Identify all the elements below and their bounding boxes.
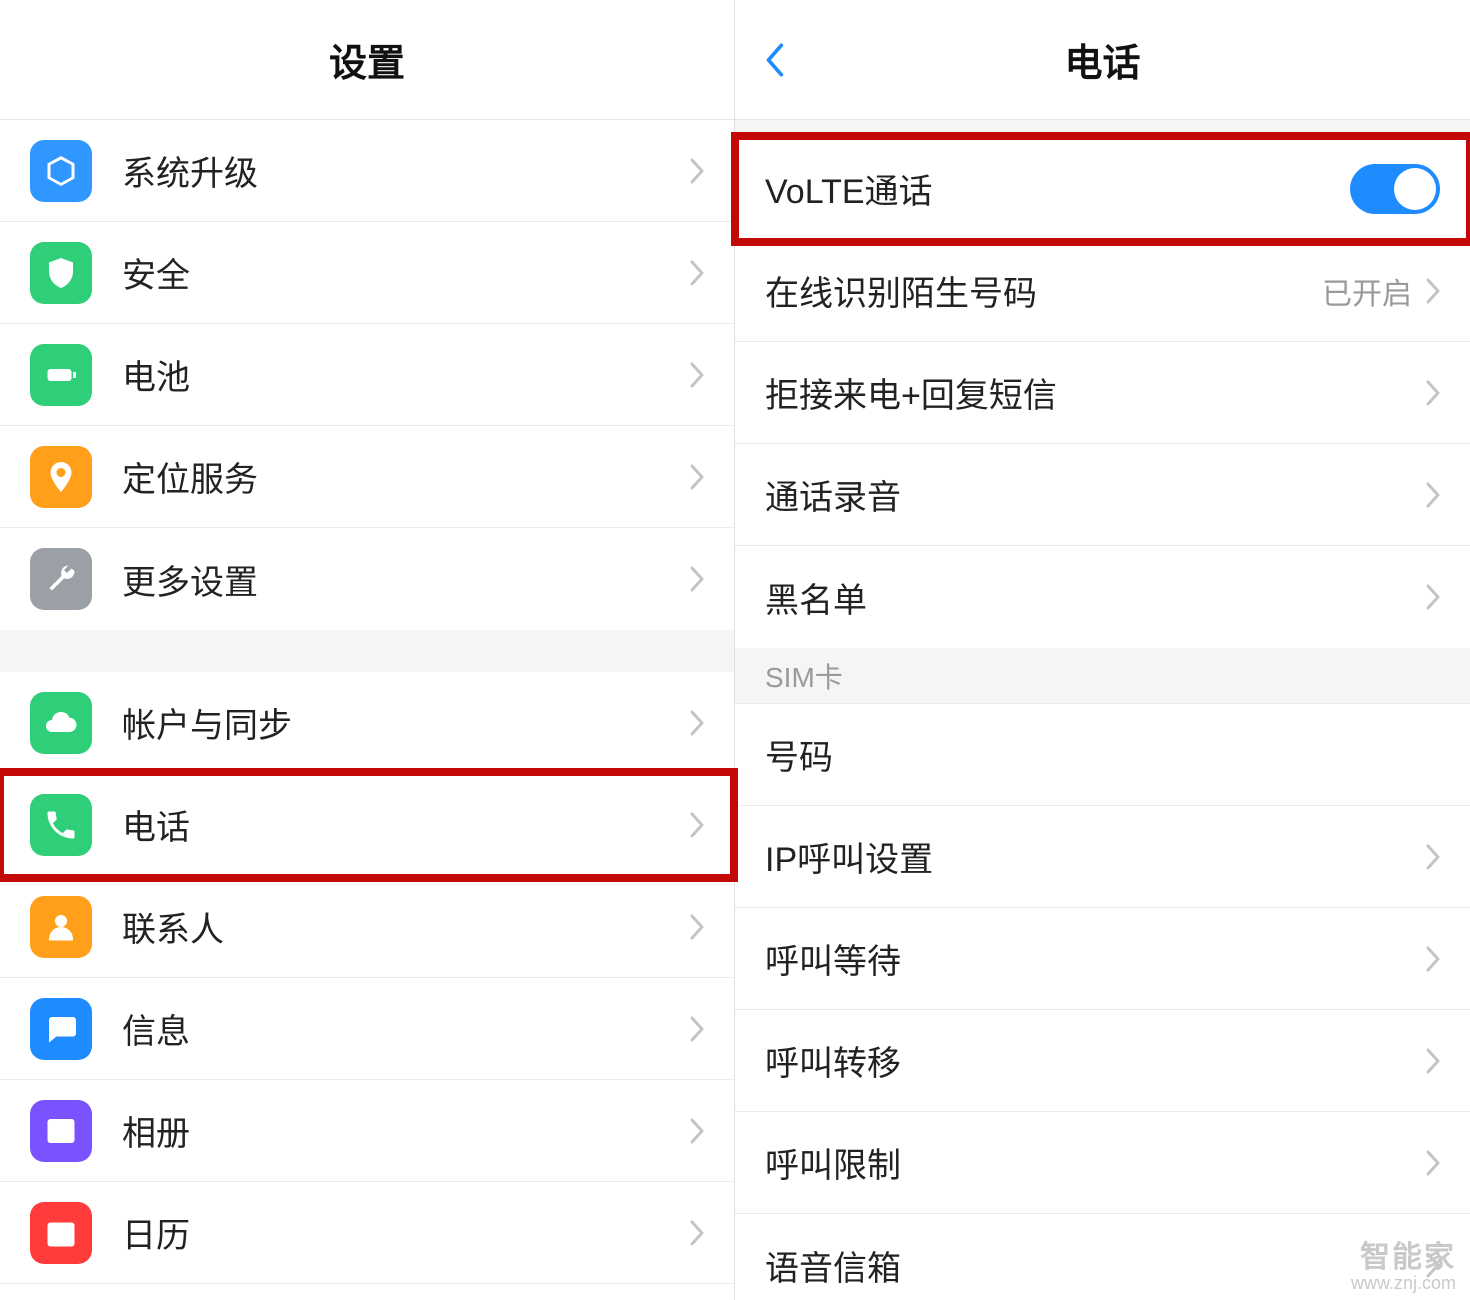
cube-icon	[30, 140, 92, 202]
battery-icon	[30, 344, 92, 406]
shield-icon	[30, 242, 92, 304]
row-label: IP呼叫设置	[765, 832, 1426, 881]
row-label: 黑名单	[765, 573, 1426, 622]
chevron-right-icon	[690, 464, 704, 490]
chevron-right-icon	[1426, 278, 1440, 304]
row-label: 帐户与同步	[122, 698, 690, 747]
wrench-icon	[30, 548, 92, 610]
chevron-right-icon	[690, 1118, 704, 1144]
person-icon	[30, 896, 92, 958]
row-value: 已开启	[1322, 269, 1412, 313]
phone-row-number[interactable]: 号码	[735, 704, 1470, 806]
phone-header: 电话	[735, 0, 1470, 120]
row-label: 呼叫转移	[765, 1036, 1426, 1085]
row-label: 日历	[122, 1208, 690, 1257]
calendar-icon	[30, 1202, 92, 1264]
phone-settings-body: VoLTE通话在线识别陌生号码已开启拒接来电+回复短信通话录音黑名单SIM卡号码…	[735, 120, 1470, 1300]
settings-row-location[interactable]: 定位服务	[0, 426, 734, 528]
row-label: 更多设置	[122, 555, 690, 604]
phone-row-call-record[interactable]: 通话录音	[735, 444, 1470, 546]
chevron-right-icon	[1426, 1048, 1440, 1074]
settings-title: 设置	[329, 32, 405, 87]
toggle-switch[interactable]	[1350, 164, 1440, 214]
settings-row-gallery[interactable]: 相册	[0, 1080, 734, 1182]
chevron-right-icon	[1426, 1150, 1440, 1176]
settings-row-system-upgrade[interactable]: 系统升级	[0, 120, 734, 222]
chevron-right-icon	[690, 566, 704, 592]
back-chevron-icon	[763, 40, 785, 80]
watermark: 智能家 www.znj.com	[1351, 1241, 1456, 1294]
chat-icon	[30, 998, 92, 1060]
row-label: 信息	[122, 1004, 690, 1053]
settings-row-messages[interactable]: 信息	[0, 978, 734, 1080]
phone-row-online-id[interactable]: 在线识别陌生号码已开启	[735, 240, 1470, 342]
settings-row-phone[interactable]: 电话	[0, 774, 734, 876]
settings-body: 系统升级安全电池定位服务更多设置帐户与同步电话联系人信息相册日历 vivoice	[0, 120, 734, 1300]
row-label: 呼叫限制	[765, 1138, 1426, 1187]
row-label: 拒接来电+回复短信	[765, 368, 1426, 417]
row-label: 号码	[765, 730, 1440, 779]
phone-row-ip-call[interactable]: IP呼叫设置	[735, 806, 1470, 908]
chevron-right-icon	[690, 158, 704, 184]
settings-row-account-sync[interactable]: 帐户与同步	[0, 672, 734, 774]
row-label: 联系人	[122, 902, 690, 951]
row-label: 相册	[122, 1106, 690, 1155]
phone-icon	[30, 794, 92, 856]
settings-row-more[interactable]: 更多设置	[0, 528, 734, 630]
row-label: VoLTE通话	[765, 164, 1350, 213]
row-label: 系统升级	[122, 146, 690, 195]
section-header: SIM卡	[735, 648, 1470, 704]
settings-row-vivoice[interactable]: vivoice	[0, 1284, 734, 1300]
chevron-right-icon	[1426, 584, 1440, 610]
pin-icon	[30, 446, 92, 508]
row-label: 定位服务	[122, 452, 690, 501]
phone-row-blacklist[interactable]: 黑名单	[735, 546, 1470, 648]
phone-settings-screen: 电话 VoLTE通话在线识别陌生号码已开启拒接来电+回复短信通话录音黑名单SIM…	[735, 0, 1470, 1300]
chevron-right-icon	[1426, 482, 1440, 508]
row-label: 电话	[122, 800, 690, 849]
phone-row-call-fwd[interactable]: 呼叫转移	[735, 1010, 1470, 1112]
chevron-right-icon	[1426, 380, 1440, 406]
chevron-right-icon	[690, 710, 704, 736]
chevron-right-icon	[1426, 844, 1440, 870]
back-button[interactable]	[763, 0, 785, 119]
row-label: 在线识别陌生号码	[765, 266, 1322, 315]
toggle-knob	[1394, 168, 1436, 210]
chevron-right-icon	[690, 1016, 704, 1042]
gallery-icon	[30, 1100, 92, 1162]
phone-title: 电话	[1064, 32, 1140, 87]
settings-row-security[interactable]: 安全	[0, 222, 734, 324]
cloud-icon	[30, 692, 92, 754]
settings-screen: 设置 系统升级安全电池定位服务更多设置帐户与同步电话联系人信息相册日历 vivoi…	[0, 0, 735, 1300]
phone-row-reject-sms[interactable]: 拒接来电+回复短信	[735, 342, 1470, 444]
settings-row-battery[interactable]: 电池	[0, 324, 734, 426]
chevron-right-icon	[690, 914, 704, 940]
settings-header: 设置	[0, 0, 734, 120]
chevron-right-icon	[690, 362, 704, 388]
settings-row-calendar[interactable]: 日历	[0, 1182, 734, 1284]
chevron-right-icon	[690, 812, 704, 838]
phone-row-volte[interactable]: VoLTE通话	[735, 138, 1470, 240]
group-spacer	[735, 120, 1470, 138]
row-label: 呼叫等待	[765, 934, 1426, 983]
watermark-line2: www.znj.com	[1351, 1274, 1456, 1294]
row-label: 电池	[122, 350, 690, 399]
settings-row-contacts[interactable]: 联系人	[0, 876, 734, 978]
group-spacer	[0, 630, 734, 672]
phone-row-call-wait[interactable]: 呼叫等待	[735, 908, 1470, 1010]
chevron-right-icon	[690, 260, 704, 286]
chevron-right-icon	[1426, 946, 1440, 972]
row-label: 语音信箱	[765, 1241, 1426, 1290]
row-label: 通话录音	[765, 470, 1426, 519]
watermark-line1: 智能家	[1351, 1241, 1456, 1274]
row-label: 安全	[122, 248, 690, 297]
chevron-right-icon	[690, 1220, 704, 1246]
phone-row-call-limit[interactable]: 呼叫限制	[735, 1112, 1470, 1214]
